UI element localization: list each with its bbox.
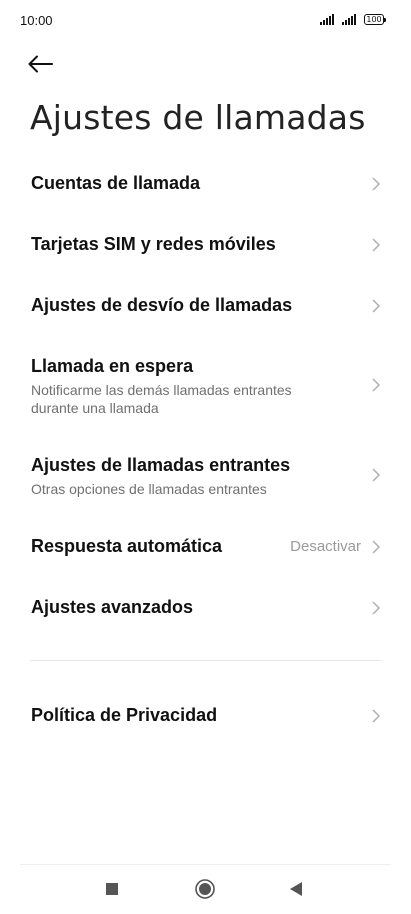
menu-item-call-waiting[interactable]: Llamada en espera Notificarme las demás … <box>0 350 411 420</box>
nav-back-button[interactable] <box>279 872 313 906</box>
section-divider <box>30 660 381 661</box>
menu-item-label: Ajustes de desvío de llamadas <box>31 295 293 315</box>
back-triangle-icon <box>290 882 302 896</box>
status-time: 10:00 <box>20 13 53 28</box>
chevron-right-icon <box>372 177 381 191</box>
menu-item-subtitle: Otras opciones de llamadas entrantes <box>31 481 267 497</box>
back-button[interactable] <box>28 48 60 80</box>
menu-item-call-accounts[interactable]: Cuentas de llamada <box>0 164 411 204</box>
menu-item-label: Respuesta automática <box>31 536 223 556</box>
chevron-right-icon <box>372 540 381 554</box>
chevron-right-icon <box>372 299 381 313</box>
menu-item-subtitle: Notificarme las demás llamadas entrantes… <box>31 382 292 416</box>
recents-button[interactable] <box>95 872 129 906</box>
home-button[interactable] <box>188 872 222 906</box>
chevron-right-icon <box>372 601 381 615</box>
menu-item-auto-answer[interactable]: Respuesta automática Desactivar <box>0 527 411 567</box>
arrow-left-icon <box>28 55 53 73</box>
menu-item-label: Ajustes avanzados <box>31 597 194 617</box>
recents-square-icon <box>106 883 118 895</box>
nav-divider <box>20 864 391 865</box>
menu-item-label: Ajustes de llamadas entrantes <box>31 455 291 475</box>
menu-item-privacy-policy[interactable]: Política de Privacidad <box>0 696 411 736</box>
menu-item-value: Desactivar <box>290 538 361 555</box>
chevron-right-icon <box>372 709 381 723</box>
chevron-right-icon <box>372 378 381 392</box>
menu-item-label: Cuentas de llamada <box>31 173 201 193</box>
menu-item-label: Llamada en espera <box>31 356 194 376</box>
page-title: Ajustes de llamadas <box>30 98 366 137</box>
menu-item-label: Tarjetas SIM y redes móviles <box>31 234 276 254</box>
battery-icon: 100 <box>364 14 386 25</box>
menu-item-call-forwarding[interactable]: Ajustes de desvío de llamadas <box>0 286 411 326</box>
status-bar: 10:00 100 <box>0 0 411 42</box>
battery-level: 100 <box>364 14 384 25</box>
signal-icon <box>320 14 334 25</box>
signal-icon <box>342 14 356 25</box>
navigation-bar <box>0 872 411 906</box>
chevron-right-icon <box>372 468 381 482</box>
menu-item-advanced[interactable]: Ajustes avanzados <box>0 588 411 628</box>
chevron-right-icon <box>372 238 381 252</box>
menu-item-sim-cards[interactable]: Tarjetas SIM y redes móviles <box>0 225 411 265</box>
status-icons: 100 <box>320 14 386 25</box>
menu-item-incoming-calls[interactable]: Ajustes de llamadas entrantes Otras opci… <box>0 450 411 502</box>
menu-item-label: Política de Privacidad <box>31 705 218 725</box>
home-circle-icon <box>195 879 215 899</box>
